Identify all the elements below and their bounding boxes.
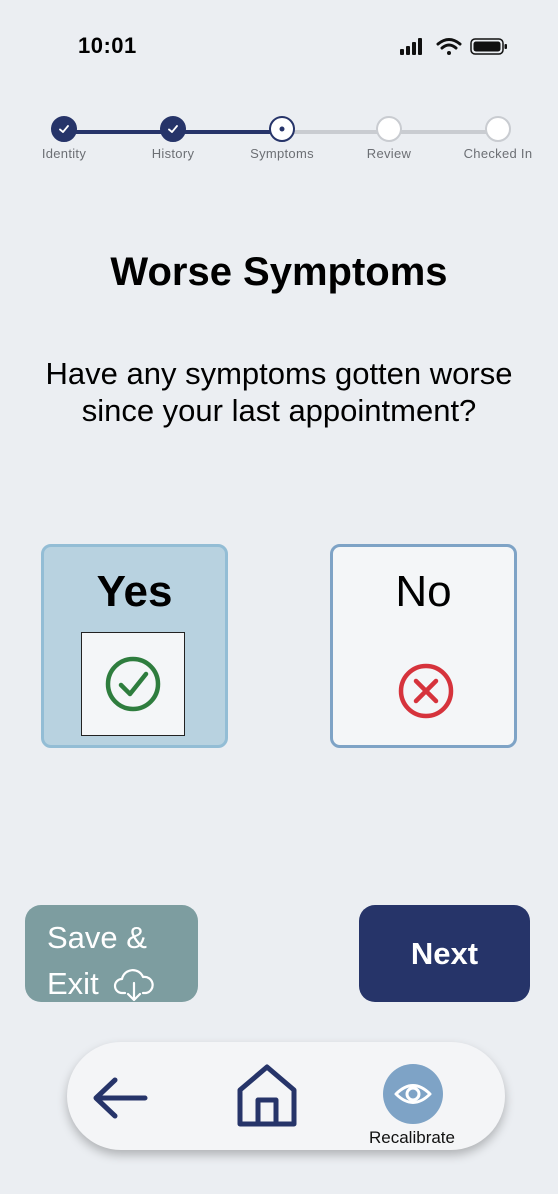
step-review: Review [334,116,444,161]
home-button[interactable] [235,1062,299,1130]
yes-option-button[interactable]: Yes [41,544,228,748]
recalibrate-button[interactable]: Recalibrate [352,1062,472,1150]
signal-icon [400,38,422,55]
home-icon [237,1064,297,1127]
save-label-line2: Exit [47,966,99,1001]
step-current-dot-icon [269,116,295,142]
bottom-nav-bar: Recalibrate [67,1042,505,1150]
arrow-left-icon [93,1077,148,1119]
progress-stepper: Identity History Symptoms Review Checked… [0,116,558,176]
no-label: No [395,567,452,616]
cloud-download-icon [113,969,154,1002]
status-icons [400,38,507,55]
back-button[interactable] [89,1072,149,1122]
step-empty-dot-icon [485,116,511,142]
step-history: History [118,116,228,161]
step-identity: Identity [9,116,119,161]
step-empty-dot-icon [376,116,402,142]
battery-icon [470,38,507,55]
save-label-line1: Save & [47,920,147,955]
check-circle-icon [105,656,161,712]
page-title: Worse Symptoms [110,250,448,294]
step-label: Checked In [463,146,533,161]
step-checked-in: Checked In [443,116,553,161]
step-label: Symptoms [250,146,314,161]
step-label: Identity [41,146,87,161]
next-button[interactable]: Next [359,905,530,1002]
step-check-icon [51,116,77,142]
step-check-icon [160,116,186,142]
recalibrate-label: Recalibrate [369,1128,455,1147]
selected-checkbox [81,632,185,736]
recalibrate-icon-circle [383,1064,443,1124]
question-text: Have any symptoms gotten worse since you… [45,356,513,428]
step-symptoms: Symptoms [227,116,337,161]
step-label: Review [366,146,412,161]
no-option-button[interactable]: No [330,544,517,748]
step-label: History [151,146,195,161]
save-and-exit-button[interactable]: Save & Exit [25,905,198,1002]
yes-label: Yes [96,567,173,616]
wifi-icon [436,38,462,55]
status-time: 10:01 [78,33,137,58]
x-circle-icon [398,663,454,719]
eye-icon [394,1084,432,1104]
